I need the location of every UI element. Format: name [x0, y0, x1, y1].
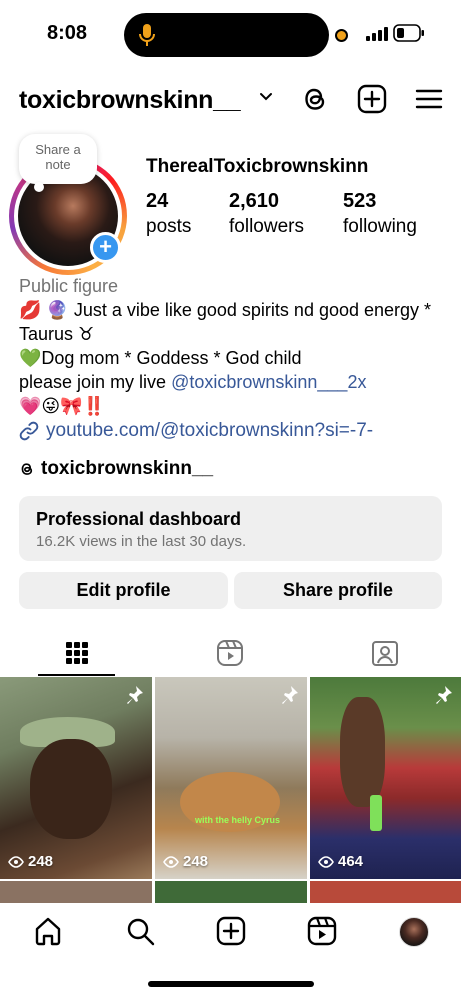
status-time: 8:08	[47, 22, 88, 44]
stat-value: 24	[146, 190, 169, 212]
reels-icon[interactable]	[307, 916, 337, 946]
person-shape	[340, 697, 385, 807]
add-story-plus-icon[interactable]: +	[90, 232, 121, 263]
posts-grid: 248 with the helly Cyrus 248 464	[0, 677, 461, 904]
post-caption-overlay: with the helly Cyrus	[195, 815, 281, 825]
microphone-icon	[138, 23, 156, 47]
grid-post[interactable]	[310, 881, 461, 904]
profile-header: toxicbrownskinn__	[0, 78, 461, 122]
bio-line: 💗😜🎀‼️	[19, 396, 106, 416]
reels-icon	[216, 639, 244, 667]
bio-line: 💋 🔮 Just a vibe like good spirits nd goo…	[19, 300, 432, 344]
tab-tagged[interactable]	[308, 630, 461, 676]
grid-post[interactable]: 248	[0, 677, 152, 879]
pin-icon	[279, 685, 299, 705]
grid-post[interactable]	[0, 881, 152, 904]
grid-post[interactable]	[155, 881, 307, 904]
threads-icon[interactable]	[300, 83, 330, 115]
note-bubble-tail	[34, 182, 44, 192]
tab-reels[interactable]	[153, 630, 306, 676]
share-profile-button[interactable]: Share profile	[234, 572, 442, 609]
dynamic-island	[124, 13, 329, 57]
display-name: TherealToxicbrownskinn	[146, 156, 369, 177]
dashboard-subtitle: 16.2K views in the last 30 days.	[36, 533, 247, 550]
share-note-bubble[interactable]: Share a note	[19, 134, 97, 184]
recording-indicator-icon	[335, 29, 348, 42]
stat-followers[interactable]: 2,610 followers	[229, 190, 304, 238]
signal-icon	[366, 27, 388, 41]
threads-icon	[19, 460, 35, 478]
edit-profile-button[interactable]: Edit profile	[19, 572, 228, 609]
profile-avatar-nav[interactable]	[399, 917, 429, 947]
view-count-value: 248	[28, 853, 54, 870]
stat-label: followers	[229, 216, 304, 237]
stat-value: 523	[343, 190, 377, 212]
stat-label: following	[343, 216, 417, 237]
threads-badge[interactable]: toxicbrownskinn__	[19, 458, 213, 480]
stat-following[interactable]: 523 following	[343, 190, 417, 238]
view-count: 248	[163, 853, 208, 870]
active-tab-indicator	[38, 674, 115, 676]
threads-handle: toxicbrownskinn__	[41, 458, 214, 479]
grid-icon	[65, 641, 89, 665]
battery-icon	[393, 24, 425, 42]
create-icon[interactable]	[216, 916, 246, 946]
view-count: 464	[318, 853, 363, 870]
mention-link[interactable]: @toxicbrownskinn___2x	[171, 372, 366, 392]
pin-icon	[124, 685, 144, 705]
view-count: 248	[8, 853, 53, 870]
bottle-shape	[370, 795, 382, 831]
profile-tabs	[0, 630, 461, 676]
professional-dashboard[interactable]: Professional dashboard 16.2K views in th…	[19, 496, 442, 561]
stat-posts[interactable]: 24 posts	[146, 190, 191, 238]
category-label: Public figure	[19, 276, 119, 296]
grid-post[interactable]: with the helly Cyrus 248	[155, 677, 307, 879]
eye-icon	[318, 855, 334, 868]
search-icon[interactable]	[125, 916, 155, 946]
eye-icon	[163, 855, 179, 868]
face-shape	[30, 739, 112, 839]
share-note-label: Share a note	[35, 142, 81, 172]
plus-square-icon[interactable]	[357, 83, 387, 115]
account-switcher[interactable]: toxicbrownskinn__	[19, 86, 241, 115]
hamburger-menu-icon[interactable]	[415, 83, 443, 115]
status-bar: 8:08	[0, 0, 461, 68]
grid-post[interactable]: 464	[310, 677, 461, 879]
tab-grid[interactable]	[0, 630, 153, 676]
view-count-value: 248	[183, 853, 209, 870]
external-link[interactable]: youtube.com/@toxicbrownskinn?si=-7-	[19, 420, 373, 442]
link-text[interactable]: youtube.com/@toxicbrownskinn?si=-7-	[46, 420, 373, 442]
eye-icon	[8, 855, 24, 868]
chevron-down-icon[interactable]	[259, 92, 273, 102]
dashboard-title: Professional dashboard	[36, 509, 242, 529]
home-indicator	[148, 981, 314, 987]
bio: Public figure 💋 🔮 Just a vibe like good …	[19, 274, 449, 418]
stat-value: 2,610	[229, 190, 280, 212]
tagged-icon	[371, 639, 399, 667]
bio-line: please join my live	[19, 372, 172, 392]
view-count-value: 464	[338, 853, 364, 870]
home-icon[interactable]	[33, 916, 63, 946]
bio-line: 💚Dog mom * Goddess * God child	[19, 348, 302, 368]
link-icon	[19, 421, 39, 441]
stat-label: posts	[146, 216, 192, 237]
pin-icon	[433, 685, 453, 705]
